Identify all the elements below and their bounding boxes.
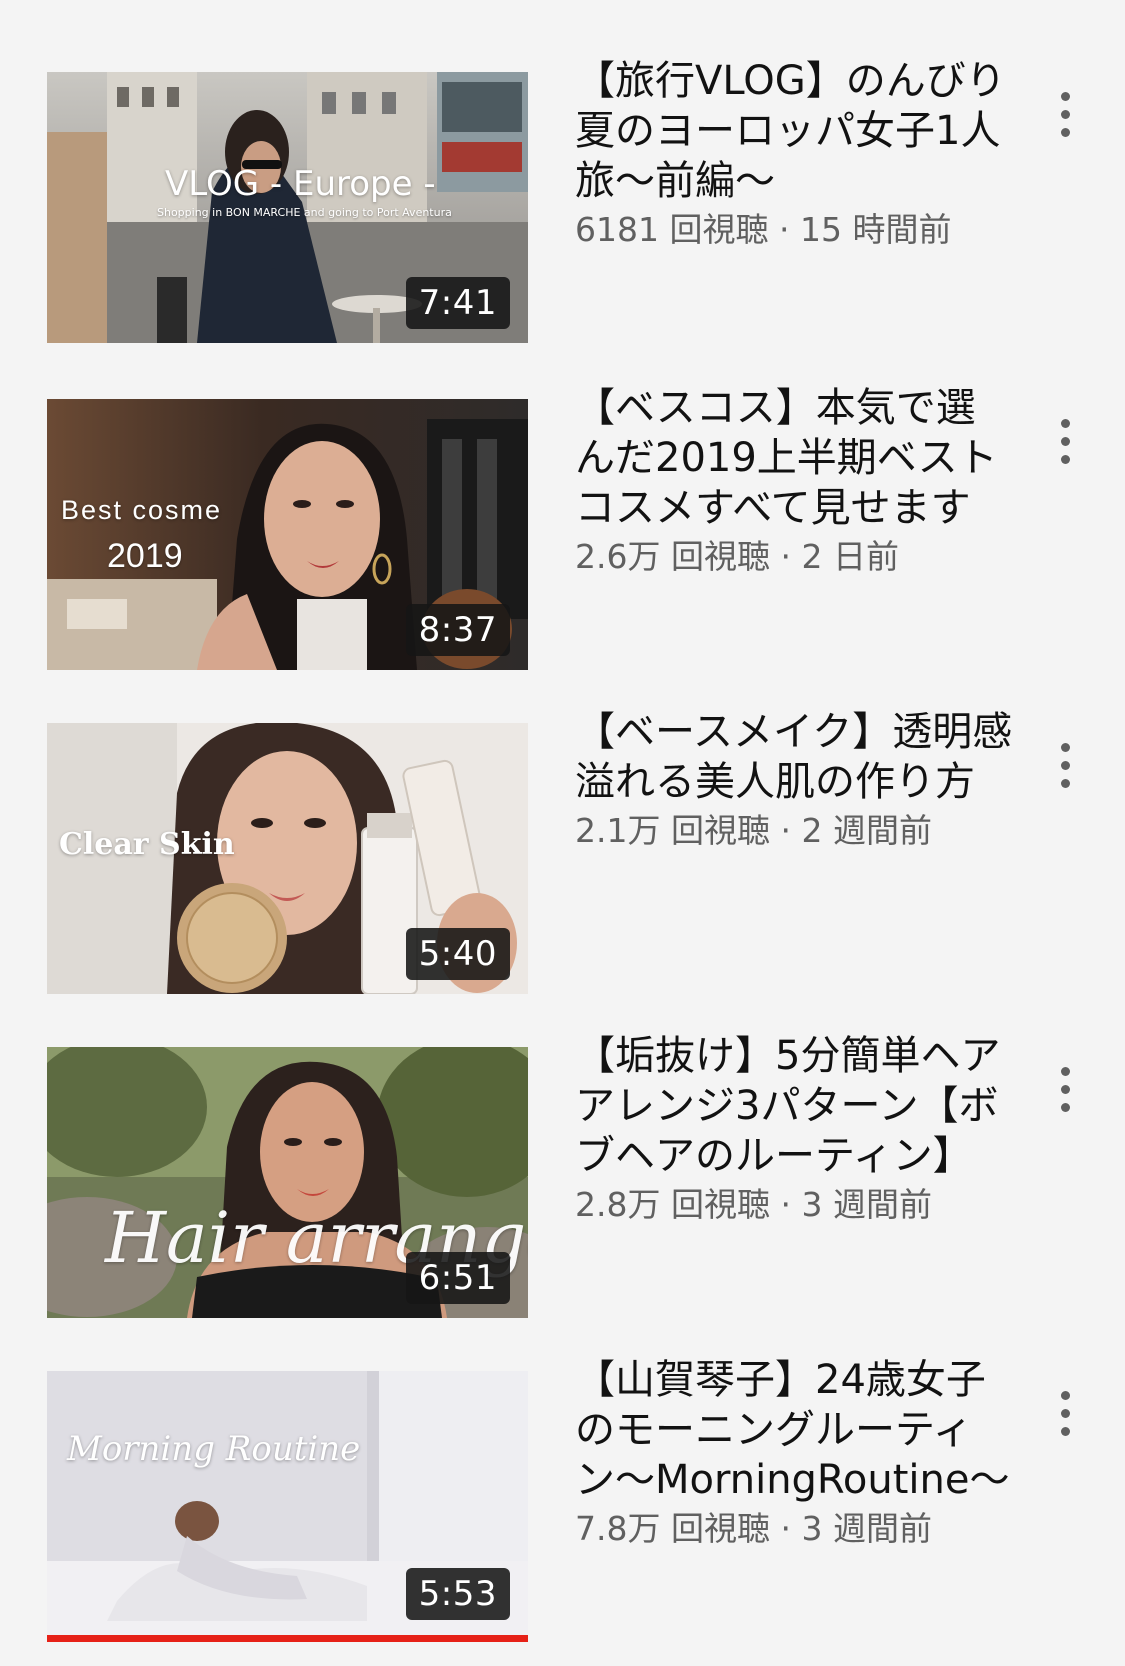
upload-age: 2 日前 (801, 537, 899, 576)
duration-badge: 5:40 (405, 928, 510, 980)
thumbnail-title-text: Clear Skin (59, 827, 235, 862)
video-item[interactable]: Clear Skin 5:40 【ベースメイク】透明感溢れる美人肌の作り方 2.… (0, 681, 1125, 1005)
thumbnail-title-text: Morning Routine (67, 1429, 361, 1469)
view-count: 2.6万 回視聴 (575, 537, 770, 576)
view-count: 2.1万 回視聴 (575, 811, 770, 850)
video-title[interactable]: 【ベスコス】本気で選んだ2019上半期ベストコスメすべて見せます (575, 383, 1015, 533)
thumbnail-subtitle-text: 2019 (107, 537, 183, 575)
video-title[interactable]: 【垢抜け】5分簡単ヘアアレンジ3パターン【ボブヘアのルーティン】 (575, 1031, 1015, 1181)
separator-dot: · (780, 537, 791, 576)
more-vert-icon[interactable] (1050, 92, 1080, 152)
video-thumbnail[interactable]: VLOG - Europe - Shopping in BON MARCHE a… (47, 72, 528, 343)
view-count: 7.8万 回視聴 (575, 1509, 770, 1548)
video-meta: 【ベスコス】本気で選んだ2019上半期ベストコスメすべて見せます 2.6万 回視… (575, 383, 1015, 579)
more-vert-icon[interactable] (1050, 1067, 1080, 1127)
video-item[interactable]: VLOG - Europe - Shopping in BON MARCHE a… (0, 30, 1125, 354)
video-meta: 【ベースメイク】透明感溢れる美人肌の作り方 2.1万 回視聴 · 2 週間前 (575, 707, 1015, 853)
video-stats: 7.8万 回視聴 · 3 週間前 (575, 1507, 1015, 1551)
video-list: VLOG - Europe - Shopping in BON MARCHE a… (0, 0, 1125, 1666)
video-title[interactable]: 【旅行VLOG】のんびり夏のヨーロッパ女子1人旅〜前編〜 (575, 56, 1015, 206)
duration-badge: 8:37 (405, 604, 510, 656)
separator-dot: · (780, 1185, 791, 1224)
duration-badge: 7:41 (405, 277, 510, 329)
video-title[interactable]: 【山賀琴子】24歳女子のモーニングルーティン〜MorningRoutine〜 (575, 1355, 1015, 1505)
thumbnail-title-text: Best cosme (61, 495, 223, 525)
thumbnail-title-text: VLOG - Europe - (165, 164, 436, 204)
video-item[interactable]: Morning Routine 5:53 【山賀琴子】24歳女子のモーニングルー… (0, 1329, 1125, 1653)
video-meta: 【旅行VLOG】のんびり夏のヨーロッパ女子1人旅〜前編〜 6181 回視聴 · … (575, 56, 1015, 252)
separator-dot: · (780, 1509, 791, 1548)
upload-age: 3 週間前 (801, 1509, 932, 1548)
video-thumbnail[interactable]: Clear Skin 5:40 (47, 723, 528, 994)
video-stats: 6181 回視聴 · 15 時間前 (575, 208, 1015, 252)
video-meta: 【垢抜け】5分簡単ヘアアレンジ3パターン【ボブヘアのルーティン】 2.8万 回視… (575, 1031, 1015, 1227)
video-stats: 2.8万 回視聴 · 3 週間前 (575, 1183, 1015, 1227)
more-vert-icon[interactable] (1050, 419, 1080, 479)
separator-dot: · (778, 210, 790, 249)
view-count: 6181 回視聴 (575, 210, 769, 249)
duration-badge: 5:53 (405, 1568, 510, 1620)
video-stats: 2.1万 回視聴 · 2 週間前 (575, 809, 1015, 853)
thumbnail-subtitle-text: Shopping in BON MARCHE and going to Port… (157, 206, 452, 219)
upload-age: 3 週間前 (801, 1185, 932, 1224)
separator-dot: · (780, 811, 791, 850)
video-meta: 【山賀琴子】24歳女子のモーニングルーティン〜MorningRoutine〜 7… (575, 1355, 1015, 1551)
more-vert-icon[interactable] (1050, 743, 1080, 803)
video-item[interactable]: Best cosme 2019 8:37 【ベスコス】本気で選んだ2019上半期… (0, 357, 1125, 681)
video-thumbnail[interactable]: Morning Routine 5:53 (47, 1371, 528, 1642)
watch-progress-bar (47, 1635, 528, 1642)
upload-age: 2 週間前 (801, 811, 932, 850)
video-thumbnail[interactable]: Best cosme 2019 8:37 (47, 399, 528, 670)
video-thumbnail[interactable]: Hair arrange 6:51 (47, 1047, 528, 1318)
video-item[interactable]: Hair arrange 6:51 【垢抜け】5分簡単ヘアアレンジ3パターン【ボ… (0, 1005, 1125, 1329)
video-title[interactable]: 【ベースメイク】透明感溢れる美人肌の作り方 (575, 707, 1015, 807)
video-stats: 2.6万 回視聴 · 2 日前 (575, 535, 1015, 579)
upload-age: 15 時間前 (799, 210, 952, 249)
duration-badge: 6:51 (405, 1252, 510, 1304)
more-vert-icon[interactable] (1050, 1391, 1080, 1451)
view-count: 2.8万 回視聴 (575, 1185, 770, 1224)
